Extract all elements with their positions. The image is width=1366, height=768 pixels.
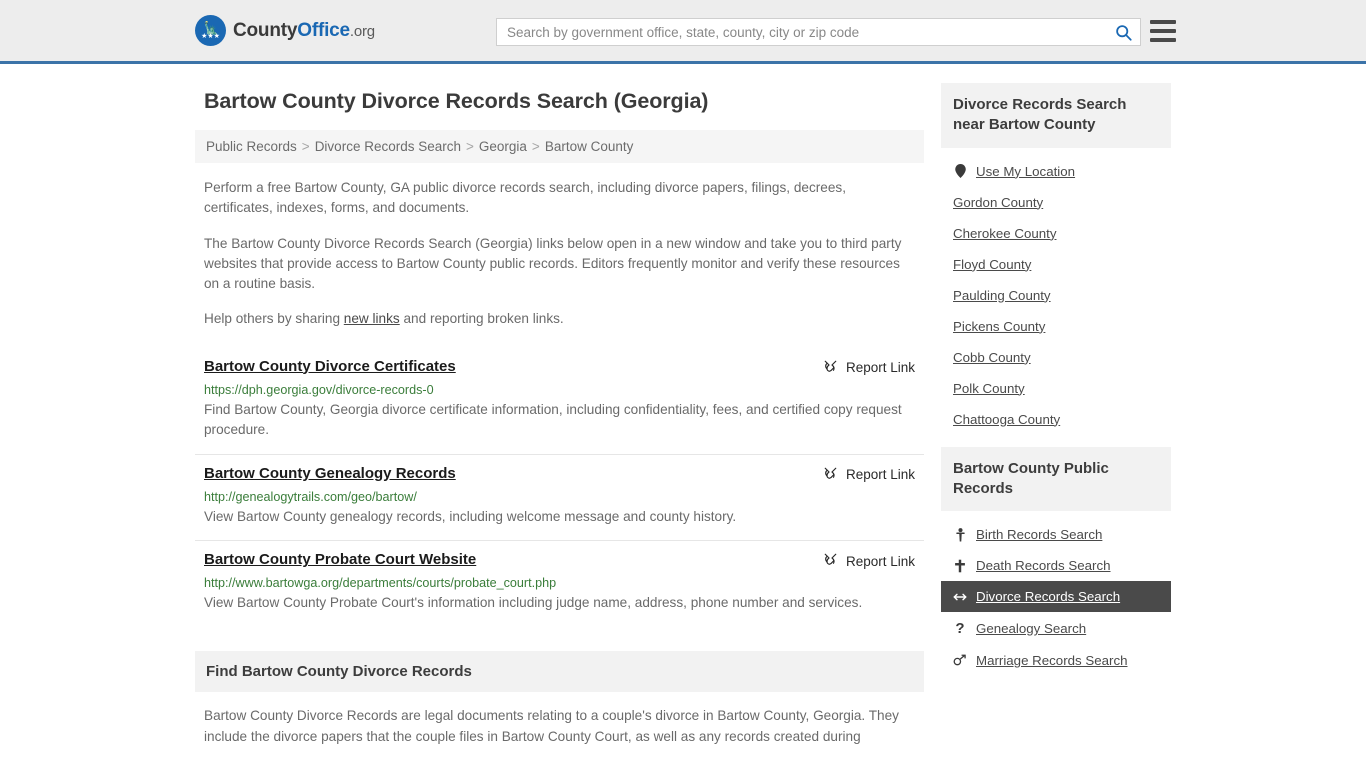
page-body: Bartow County Divorce Records Search (Ge… bbox=[0, 64, 1366, 747]
sidebar-item-birth-records-search[interactable]: Birth Records Search bbox=[941, 519, 1171, 550]
breadcrumb: Public Records > Divorce Records Search … bbox=[195, 130, 924, 163]
breadcrumb-item-bartow-county[interactable]: Bartow County bbox=[545, 139, 634, 154]
sidebar-item-use-my-location[interactable]: Use My Location bbox=[941, 156, 1171, 187]
sidebar-item-cobb-county[interactable]: Cobb County bbox=[941, 342, 1171, 373]
sidebar-item-label: Cherokee County bbox=[953, 225, 1057, 241]
share-text-after: and reporting broken links. bbox=[399, 311, 564, 327]
result-description: View Bartow County genealogy records, in… bbox=[204, 508, 737, 524]
breadcrumb-separator: > bbox=[531, 139, 540, 154]
sidebar-item-label: Chattooga County bbox=[953, 411, 1061, 427]
sidebar-item-label: Divorce Records Search bbox=[976, 589, 1121, 604]
public-records-card-heading: Bartow County Public Records bbox=[941, 446, 1171, 511]
sidebar-item-label: Cobb County bbox=[953, 349, 1031, 365]
result-header: Bartow County Divorce Certificates Repor… bbox=[204, 358, 915, 377]
sidebar-item-label: Floyd County bbox=[953, 256, 1032, 272]
sidebar-item-label: Use My Location bbox=[976, 163, 1076, 179]
hamburger-menu-icon[interactable] bbox=[1150, 20, 1176, 42]
public-records-list: Birth Records Search Death Records Searc… bbox=[941, 511, 1171, 676]
sidebar-item-label: Genealogy Search bbox=[976, 621, 1087, 636]
result-title-link[interactable]: Bartow County Probate Court Website bbox=[204, 551, 476, 568]
result-item: Bartow County Probate Court Website Repo… bbox=[195, 540, 924, 627]
sidebar-item-label: Pickens County bbox=[953, 318, 1046, 334]
report-link-label: Report Link bbox=[845, 553, 915, 569]
sidebar-item-polk-county[interactable]: Polk County bbox=[941, 373, 1171, 404]
main-content: Bartow County Divorce Records Search (Ge… bbox=[195, 64, 924, 747]
report-link-button[interactable]: Report Link bbox=[823, 551, 915, 570]
breadcrumb-item-georgia[interactable]: Georgia bbox=[479, 139, 527, 154]
report-link-button[interactable]: Report Link bbox=[823, 465, 915, 484]
intro-paragraph-2: The Bartow County Divorce Records Search… bbox=[204, 235, 902, 292]
sidebar-item-label: Birth Records Search bbox=[976, 527, 1103, 542]
results-list: Bartow County Divorce Certificates Repor… bbox=[195, 348, 924, 628]
report-link-label: Report Link bbox=[845, 467, 915, 483]
sidebar: Divorce Records Search near Bartow Count… bbox=[941, 64, 1171, 747]
breadcrumb-item-divorce-records-search[interactable]: Divorce Records Search bbox=[315, 139, 461, 154]
new-links-link[interactable]: new links bbox=[344, 311, 400, 326]
intro-text: Perform a free Bartow County, GA public … bbox=[195, 178, 924, 330]
result-url[interactable]: https://dph.georgia.gov/divorce-records-… bbox=[204, 383, 915, 397]
share-text-before: Help others by sharing bbox=[204, 311, 344, 327]
broken-link-icon bbox=[823, 466, 838, 484]
nearby-card-heading: Divorce Records Search near Bartow Count… bbox=[941, 83, 1171, 148]
sidebar-item-label: Polk County bbox=[953, 380, 1025, 396]
site-header: 🗽 ★★★ CountyOffice.org bbox=[0, 0, 1366, 64]
result-item: Bartow County Divorce Certificates Repor… bbox=[195, 348, 924, 454]
result-title-link[interactable]: Bartow County Genealogy Records bbox=[204, 465, 456, 482]
map-pin-icon bbox=[953, 164, 967, 178]
report-link-button[interactable]: Report Link bbox=[823, 358, 915, 377]
search-bar bbox=[496, 18, 1141, 46]
result-url[interactable]: http://genealogytrails.com/geo/bartow/ bbox=[204, 490, 915, 504]
search-icon[interactable] bbox=[1106, 19, 1140, 45]
sidebar-item-genealogy-search[interactable]: ? Genealogy Search bbox=[941, 612, 1171, 645]
left-right-arrow-icon bbox=[953, 591, 967, 603]
sidebar-item-label: Marriage Records Search bbox=[976, 653, 1128, 668]
intro-paragraph-1: Perform a free Bartow County, GA public … bbox=[204, 180, 846, 216]
result-item: Bartow County Genealogy Records Report L… bbox=[195, 453, 924, 541]
sidebar-item-cherokee-county[interactable]: Cherokee County bbox=[941, 218, 1171, 249]
find-records-heading: Find Bartow County Divorce Records bbox=[195, 651, 924, 693]
result-url[interactable]: http://www.bartowga.org/departments/cour… bbox=[204, 576, 915, 590]
sidebar-item-death-records-search[interactable]: Death Records Search bbox=[941, 550, 1171, 581]
eagle-logo-icon: 🗽 ★★★ bbox=[195, 15, 226, 46]
sidebar-item-paulding-county[interactable]: Paulding County bbox=[941, 280, 1171, 311]
breadcrumb-separator: > bbox=[301, 139, 310, 154]
brand-county-text: County bbox=[233, 19, 298, 41]
site-logo[interactable]: 🗽 ★★★ CountyOffice.org bbox=[195, 15, 375, 46]
sidebar-item-chattooga-county[interactable]: Chattooga County bbox=[941, 404, 1171, 435]
breadcrumb-separator: > bbox=[466, 139, 474, 154]
sidebar-item-pickens-county[interactable]: Pickens County bbox=[941, 311, 1171, 342]
result-title-link[interactable]: Bartow County Divorce Certificates bbox=[204, 358, 456, 375]
intro-paragraph-3: Help others by sharing new links and rep… bbox=[204, 309, 915, 329]
report-link-label: Report Link bbox=[845, 360, 915, 375]
nearby-county-list: Use My Location Gordon County Cherokee C… bbox=[941, 148, 1171, 435]
brand-office-text: Office bbox=[297, 19, 350, 41]
result-header: Bartow County Genealogy Records Report L… bbox=[204, 465, 915, 484]
result-header: Bartow County Probate Court Website Repo… bbox=[204, 551, 915, 570]
result-description: View Bartow County Probate Court's infor… bbox=[204, 595, 863, 611]
sidebar-item-marriage-records-search[interactable]: Marriage Records Search bbox=[941, 645, 1171, 676]
broken-link-icon bbox=[823, 359, 838, 377]
breadcrumb-item-public-records[interactable]: Public Records bbox=[206, 139, 297, 154]
sidebar-item-label: Death Records Search bbox=[976, 558, 1111, 573]
page-title: Bartow County Divorce Records Search (Ge… bbox=[204, 89, 709, 113]
result-description: Find Bartow County, Georgia divorce cert… bbox=[204, 401, 902, 438]
male-female-icon bbox=[953, 654, 967, 667]
brand-tld-text: .org bbox=[349, 22, 375, 40]
brand-wordmark: CountyOffice.org bbox=[233, 20, 375, 42]
sidebar-item-floyd-county[interactable]: Floyd County bbox=[941, 249, 1171, 280]
broken-link-icon bbox=[823, 552, 838, 570]
find-records-body: Bartow County Divorce Records are legal … bbox=[204, 708, 899, 744]
cross-icon bbox=[953, 559, 967, 573]
sidebar-item-divorce-records-search[interactable]: Divorce Records Search bbox=[941, 581, 1171, 612]
sidebar-item-gordon-county[interactable]: Gordon County bbox=[941, 187, 1171, 218]
sidebar-item-label: Gordon County bbox=[953, 194, 1044, 210]
search-input[interactable] bbox=[497, 19, 1106, 45]
baby-icon bbox=[953, 527, 967, 542]
question-mark-icon: ? bbox=[955, 620, 965, 637]
sidebar-item-label: Paulding County bbox=[953, 287, 1051, 303]
